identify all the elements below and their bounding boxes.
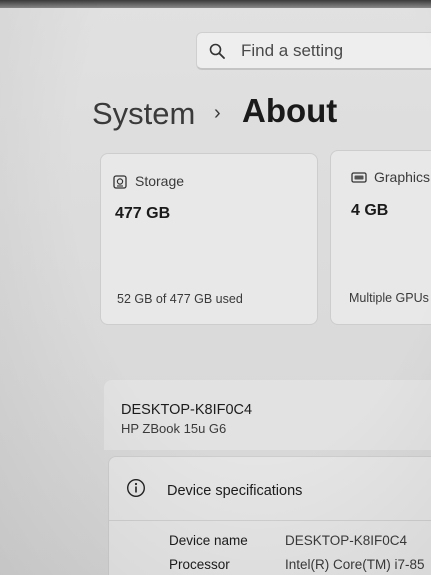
device-specifications-section: Device specifications Device name DESKTO…	[108, 456, 431, 575]
spec-label: Device name	[169, 533, 248, 548]
search-placeholder: Find a setting	[241, 41, 344, 60]
chevron-right-icon: ›	[214, 102, 221, 124]
spec-value: DESKTOP-K8IF0C4	[285, 533, 408, 548]
graphics-card-value: 4 GB	[351, 202, 389, 219]
info-icon	[126, 478, 146, 498]
storage-usage-text: 52 GB of 477 GB used	[117, 292, 243, 306]
device-specifications-title: Device specifications	[167, 483, 303, 499]
storage-card[interactable]: Storage 477 GB 52 GB of 477 GB used	[100, 153, 318, 325]
search-icon	[209, 43, 225, 59]
device-name-heading: DESKTOP-K8IF0C4	[121, 402, 253, 418]
spec-row-processor: Processor Intel(R) Core(TM) i7-85	[109, 557, 431, 575]
graphics-card-title: Graphics	[374, 169, 431, 185]
spec-row-device-name: Device name DESKTOP-K8IF0C4	[109, 533, 431, 555]
graphics-detail-text: Multiple GPUs	[349, 291, 429, 305]
storage-card-value: 477 GB	[115, 205, 171, 222]
display-card-icon	[351, 172, 367, 183]
screen-bezel	[0, 0, 431, 8]
breadcrumb-system-link[interactable]: System	[92, 96, 195, 132]
search-input[interactable]: Find a setting	[196, 32, 431, 70]
page-title: About	[242, 92, 338, 129]
storage-card-title: Storage	[135, 173, 185, 189]
storage-drive-icon	[113, 175, 127, 189]
spec-value: Intel(R) Core(TM) i7-85	[285, 557, 425, 572]
graphics-card[interactable]: Graphics 4 GB Multiple GPUs	[330, 150, 431, 325]
spec-label: Processor	[169, 557, 230, 572]
device-specifications-header[interactable]: Device specifications	[109, 457, 431, 521]
settings-window: Find a setting System › About Storage 47…	[0, 0, 431, 575]
device-model: HP ZBook 15u G6	[121, 421, 227, 436]
device-summary: DESKTOP-K8IF0C4 HP ZBook 15u G6	[104, 380, 431, 450]
